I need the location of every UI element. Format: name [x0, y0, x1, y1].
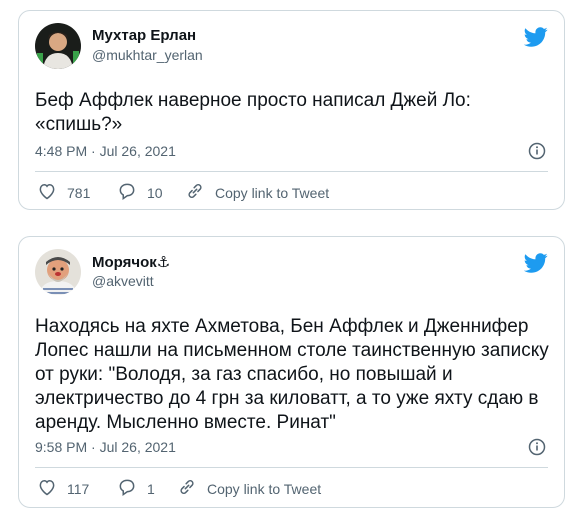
tweet-timestamp[interactable]: 4:48 PM · Jul 26, 2021 — [35, 143, 176, 159]
copy-link-button[interactable]: Copy link to Tweet — [177, 477, 321, 500]
like-button[interactable]: 781 — [37, 181, 90, 204]
copy-link-button[interactable]: Copy link to Tweet — [185, 181, 329, 204]
author-name[interactable]: Мухтар Ерлан — [92, 27, 196, 44]
tweet-header: Мухтар Ерлан @mukhtar_yerlan — [35, 21, 535, 71]
link-icon — [185, 181, 215, 204]
tweet-text: Беф Аффлек наверное просто написал Джей … — [35, 90, 471, 135]
avatar[interactable] — [35, 249, 81, 295]
author-handle[interactable]: @mukhtar_yerlan — [92, 47, 203, 63]
tweet-card[interactable]: Мухтар Ерлан @mukhtar_yerlan Беф Аффлек … — [18, 10, 565, 210]
reply-icon — [117, 477, 147, 500]
copy-link-label: Copy link to Tweet — [207, 480, 322, 497]
heart-icon — [37, 477, 67, 500]
author-name[interactable]: Морячок⚓ — [92, 253, 170, 271]
tweet-card[interactable]: Морячок⚓ @akvevitt Находясь на яхте Ахме… — [18, 236, 565, 508]
like-count: 781 — [67, 184, 91, 201]
twitter-bird-icon[interactable] — [523, 25, 548, 49]
tweet-header: Морячок⚓ @akvevitt — [35, 247, 535, 297]
twitter-bird-icon[interactable] — [523, 251, 548, 275]
copy-link-label: Copy link to Tweet — [215, 184, 330, 201]
reply-button[interactable]: 1 — [117, 477, 155, 500]
link-icon — [177, 477, 207, 500]
info-icon[interactable] — [528, 438, 546, 456]
reply-button[interactable]: 10 — [117, 181, 163, 204]
heart-icon — [37, 181, 67, 204]
reply-icon — [117, 181, 147, 204]
reply-count: 1 — [147, 480, 155, 497]
tweet-text: Находясь на яхте Ахметова, Бен Аффлек и … — [35, 316, 549, 433]
like-count: 117 — [67, 480, 90, 497]
avatar[interactable] — [35, 23, 81, 69]
info-icon[interactable] — [528, 142, 546, 160]
divider — [35, 171, 548, 172]
author-handle[interactable]: @akvevitt — [92, 273, 154, 289]
tweet-timestamp[interactable]: 9:58 PM · Jul 26, 2021 — [35, 439, 176, 455]
like-button[interactable]: 117 — [37, 477, 89, 500]
divider — [35, 467, 548, 468]
reply-count: 10 — [147, 184, 163, 201]
